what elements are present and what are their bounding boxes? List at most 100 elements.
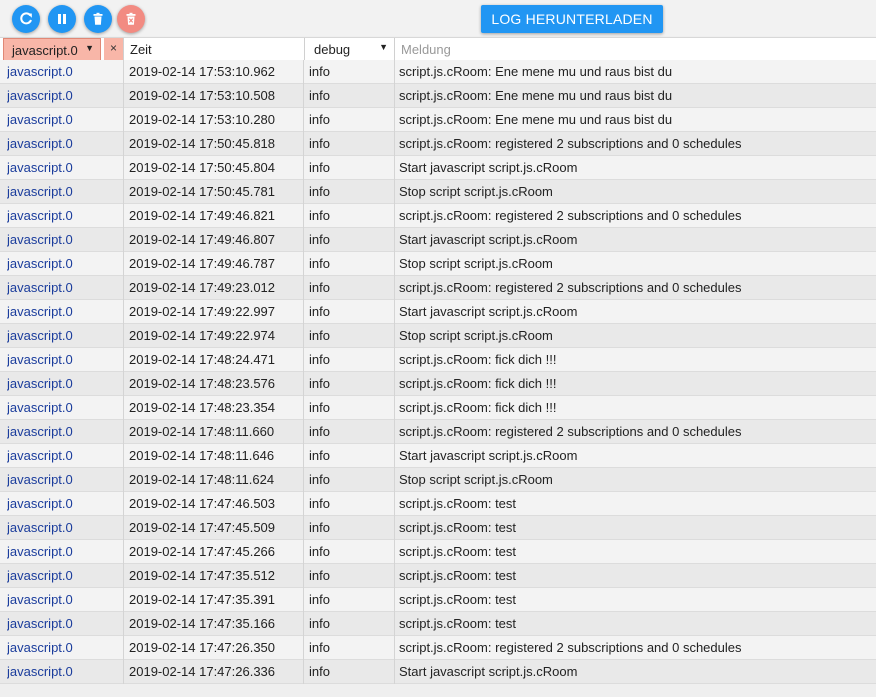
log-row: javascript.0 2019-02-14 17:50:45.781 info S…	[0, 180, 876, 204]
log-source-cell: javascript.0	[7, 664, 73, 679]
log-time-cell: 2019-02-14 17:53:10.962	[129, 64, 276, 79]
log-message-cell: script.js.cRoom: Ene mene mu und raus bi…	[399, 112, 673, 127]
log-source-cell: javascript.0	[7, 136, 73, 151]
log-time-cell: 2019-02-14 17:47:45.266	[129, 544, 276, 559]
log-source-cell: javascript.0	[7, 568, 73, 583]
log-row: javascript.0 2019-02-14 17:50:45.804 info S…	[0, 156, 876, 180]
log-row: javascript.0 2019-02-14 17:49:46.787 info S…	[0, 252, 876, 276]
log-row: javascript.0 2019-02-14 17:49:22.997 info S…	[0, 300, 876, 324]
log-source-cell: javascript.0	[7, 256, 73, 271]
log-source-cell: javascript.0	[7, 232, 73, 247]
log-row: javascript.0 2019-02-14 17:49:46.807 info S…	[0, 228, 876, 252]
log-message-cell: script.js.cRoom: registered 2 subscripti…	[399, 640, 742, 655]
log-level-cell: info	[309, 160, 330, 175]
log-time-cell: 2019-02-14 17:47:26.350	[129, 640, 276, 655]
log-level-cell: info	[309, 424, 330, 439]
source-filter-select[interactable]: javascript.0 ▼	[3, 38, 101, 61]
log-time-cell: 2019-02-14 17:47:45.509	[129, 520, 276, 535]
log-message-cell: script.js.cRoom: registered 2 subscripti…	[399, 424, 742, 439]
message-filter-input[interactable]	[396, 38, 876, 60]
log-time-cell: 2019-02-14 17:49:22.997	[129, 304, 276, 319]
level-filter-value: debug	[314, 42, 351, 57]
log-source-cell: javascript.0	[7, 400, 73, 415]
log-source-cell: javascript.0	[7, 208, 73, 223]
log-level-cell: info	[309, 64, 330, 79]
refresh-button[interactable]	[12, 5, 40, 33]
log-row: javascript.0 2019-02-14 17:53:10.508 info s…	[0, 84, 876, 108]
log-source-cell: javascript.0	[7, 640, 73, 655]
log-row: javascript.0 2019-02-14 17:47:45.266 info s…	[0, 540, 876, 564]
log-level-cell: info	[309, 208, 330, 223]
log-message-cell: Stop script script.js.cRoom	[399, 256, 553, 271]
log-time-cell: 2019-02-14 17:53:10.280	[129, 112, 276, 127]
log-source-cell: javascript.0	[7, 544, 73, 559]
message-filter[interactable]	[396, 38, 876, 61]
log-level-cell: info	[309, 256, 330, 271]
log-time-cell: 2019-02-14 17:53:10.508	[129, 88, 276, 103]
log-message-cell: script.js.cRoom: fick dich !!!	[399, 376, 557, 391]
log-message-cell: Stop script script.js.cRoom	[399, 472, 553, 487]
download-log-button[interactable]: LOG HERUNTERLADEN	[481, 5, 663, 33]
log-message-cell: Start javascript script.js.cRoom	[399, 160, 578, 175]
log-message-cell: Stop script script.js.cRoom	[399, 328, 553, 343]
log-source-cell: javascript.0	[7, 64, 73, 79]
log-time-cell: 2019-02-14 17:49:46.821	[129, 208, 276, 223]
log-time-cell: 2019-02-14 17:50:45.781	[129, 184, 276, 199]
column-divider	[303, 60, 304, 684]
log-time-cell: 2019-02-14 17:50:45.804	[129, 160, 276, 175]
log-row: javascript.0 2019-02-14 17:47:35.391 info s…	[0, 588, 876, 612]
log-message-cell: script.js.cRoom: test	[399, 544, 517, 559]
column-divider	[123, 60, 124, 684]
log-source-cell: javascript.0	[7, 160, 73, 175]
delete-button[interactable]	[84, 5, 112, 33]
log-time-cell: 2019-02-14 17:48:11.660	[129, 424, 275, 439]
log-row: javascript.0 2019-02-14 17:47:35.166 info s…	[0, 612, 876, 636]
log-row: javascript.0 2019-02-14 17:49:23.012 info s…	[0, 276, 876, 300]
log-level-cell: info	[309, 616, 330, 631]
level-filter-select[interactable]: debug ▼	[306, 38, 395, 61]
log-message-cell: script.js.cRoom: registered 2 subscripti…	[399, 208, 742, 223]
log-source-cell: javascript.0	[7, 376, 73, 391]
log-time-cell: 2019-02-14 17:48:23.576	[129, 376, 276, 391]
log-message-cell: script.js.cRoom: fick dich !!!	[399, 352, 557, 367]
log-message-cell: script.js.cRoom: test	[399, 616, 517, 631]
delete-log-file-button[interactable]	[117, 5, 145, 33]
clear-source-filter-button[interactable]: ×	[104, 38, 124, 61]
log-level-cell: info	[309, 280, 330, 295]
trash-x-icon	[126, 12, 136, 25]
log-message-cell: script.js.cRoom: Ene mene mu und raus bi…	[399, 88, 673, 103]
log-message-cell: script.js.cRoom: registered 2 subscripti…	[399, 280, 742, 295]
log-message-cell: script.js.cRoom: test	[399, 592, 517, 607]
log-row: javascript.0 2019-02-14 17:50:45.818 info s…	[0, 132, 876, 156]
log-source-cell: javascript.0	[7, 112, 73, 127]
log-level-cell: info	[309, 88, 330, 103]
log-time-cell: 2019-02-14 17:48:11.646	[129, 448, 275, 463]
log-level-cell: info	[309, 232, 330, 247]
log-row: javascript.0 2019-02-14 17:48:11.646 info S…	[0, 444, 876, 468]
log-row: javascript.0 2019-02-14 17:48:24.471 info s…	[0, 348, 876, 372]
log-time-cell: 2019-02-14 17:48:23.354	[129, 400, 276, 415]
pause-button[interactable]	[48, 5, 76, 33]
log-source-cell: javascript.0	[7, 472, 73, 487]
log-row: javascript.0 2019-02-14 17:53:10.280 info s…	[0, 108, 876, 132]
time-filter[interactable]	[125, 38, 305, 61]
log-time-cell: 2019-02-14 17:48:24.471	[129, 352, 276, 367]
log-level-cell: info	[309, 400, 330, 415]
log-message-cell: script.js.cRoom: test	[399, 568, 517, 583]
log-source-cell: javascript.0	[7, 280, 73, 295]
log-source-cell: javascript.0	[7, 184, 73, 199]
log-row: javascript.0 2019-02-14 17:49:46.821 info s…	[0, 204, 876, 228]
log-source-cell: javascript.0	[7, 352, 73, 367]
filter-row: javascript.0 ▼ × debug ▼	[0, 37, 876, 61]
pause-icon	[58, 14, 66, 24]
log-time-cell: 2019-02-14 17:47:35.512	[129, 568, 276, 583]
dropdown-arrow-icon: ▼	[85, 43, 94, 53]
log-source-cell: javascript.0	[7, 496, 73, 511]
log-level-cell: info	[309, 592, 330, 607]
log-message-cell: Start javascript script.js.cRoom	[399, 232, 578, 247]
log-source-cell: javascript.0	[7, 592, 73, 607]
log-level-cell: info	[309, 376, 330, 391]
log-level-cell: info	[309, 184, 330, 199]
time-filter-input[interactable]	[125, 38, 304, 60]
log-row: javascript.0 2019-02-14 17:47:35.512 info s…	[0, 564, 876, 588]
